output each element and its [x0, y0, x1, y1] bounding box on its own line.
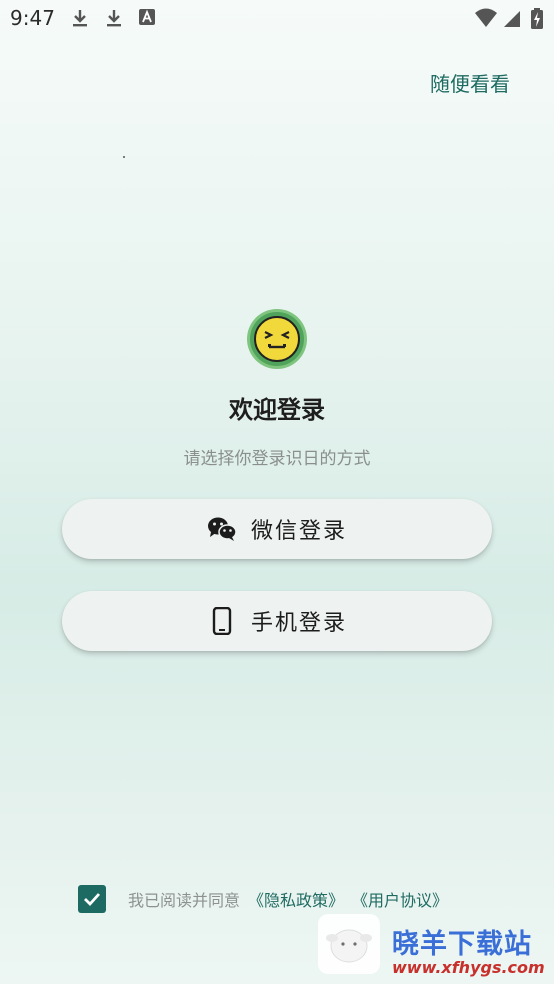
user-agreement-link[interactable]: 《用户协议》 — [352, 887, 448, 911]
download-icon — [104, 8, 124, 28]
battery-charging-icon — [530, 8, 544, 29]
decorative-dot — [123, 156, 125, 158]
pixel-smiley-face-icon — [246, 308, 308, 370]
wechat-login-button[interactable]: 微信登录 — [62, 499, 492, 559]
status-time: 9:47 — [10, 6, 55, 30]
agreement-row: 我已阅读并同意 《隐私政策》 《用户协议》 — [78, 884, 448, 914]
welcome-subtitle: 请选择你登录识日的方式 — [183, 449, 371, 469]
watermark-title: 晓羊下载站 — [392, 929, 532, 960]
mobile-phone-icon — [207, 606, 237, 636]
cellular-signal-icon — [502, 8, 522, 28]
download-icon — [70, 8, 90, 28]
wifi-icon — [474, 8, 498, 28]
watermark-url: www.xfhygs.com — [392, 958, 545, 977]
privacy-policy-link[interactable]: 《隐私政策》 — [248, 887, 344, 911]
checkmark-icon — [84, 893, 101, 907]
browse-without-login-link[interactable]: 随便看看 — [430, 68, 510, 97]
phone-login-button[interactable]: 手机登录 — [62, 591, 492, 651]
wechat-icon — [207, 514, 237, 544]
phone-login-label: 手机登录 — [250, 611, 347, 636]
agreement-checkbox[interactable] — [78, 885, 106, 913]
sheep-logo-icon — [318, 914, 380, 974]
agreement-text: 我已阅读并同意 — [128, 891, 241, 910]
watermark: 晓羊下载站 www.xfhygs.com — [318, 912, 554, 984]
welcome-title: 欢迎登录 — [229, 396, 325, 424]
wechat-login-label: 微信登录 — [250, 519, 347, 544]
status-bar: 9:47 — [0, 0, 554, 36]
font-a-icon — [138, 8, 158, 28]
